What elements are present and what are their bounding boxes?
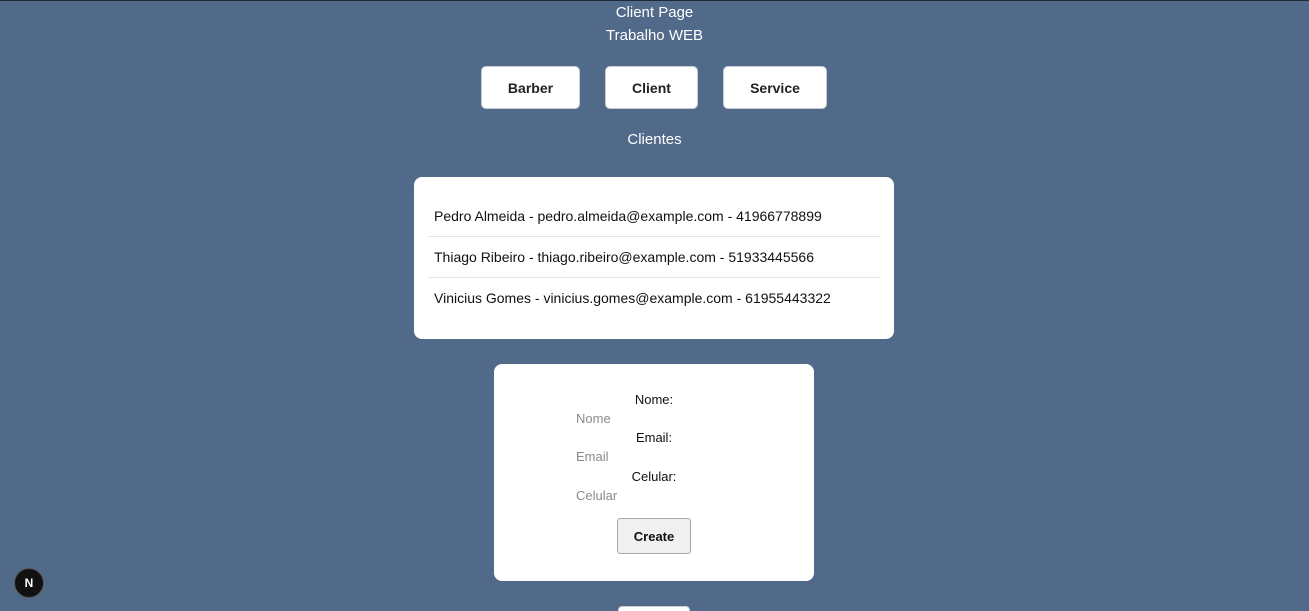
create-client-form: Nome: Email: Celular: Create (494, 364, 814, 581)
name-input[interactable] (574, 409, 738, 427)
client-list: Pedro Almeida - pedro.almeida@example.co… (414, 177, 894, 339)
email-input[interactable] (574, 447, 738, 465)
main-nav: Barber Client Service (0, 66, 1309, 110)
nextjs-icon[interactable]: N (14, 568, 44, 598)
barber-button[interactable]: Barber (481, 66, 580, 109)
phone-label: Celular: (631, 469, 677, 484)
page-title: Client Page (615, 4, 694, 21)
clients-heading: Clientes (627, 131, 682, 148)
phone-input[interactable] (574, 486, 738, 504)
service-button[interactable]: Service (723, 66, 827, 109)
client-button[interactable]: Client (605, 66, 698, 109)
partial-button[interactable] (618, 606, 690, 611)
client-list-item: Vinicius Gomes - vinicius.gomes@example.… (434, 290, 831, 306)
email-label: Email: (635, 430, 673, 445)
client-list-item: Thiago Ribeiro - thiago.ribeiro@example.… (428, 237, 880, 278)
name-label: Nome: (634, 392, 674, 407)
create-button[interactable]: Create (617, 518, 691, 554)
client-list-item: Pedro Almeida - pedro.almeida@example.co… (428, 196, 880, 237)
nextjs-icon-letter: N (24, 576, 34, 590)
page-subtitle: Trabalho WEB (606, 27, 703, 44)
